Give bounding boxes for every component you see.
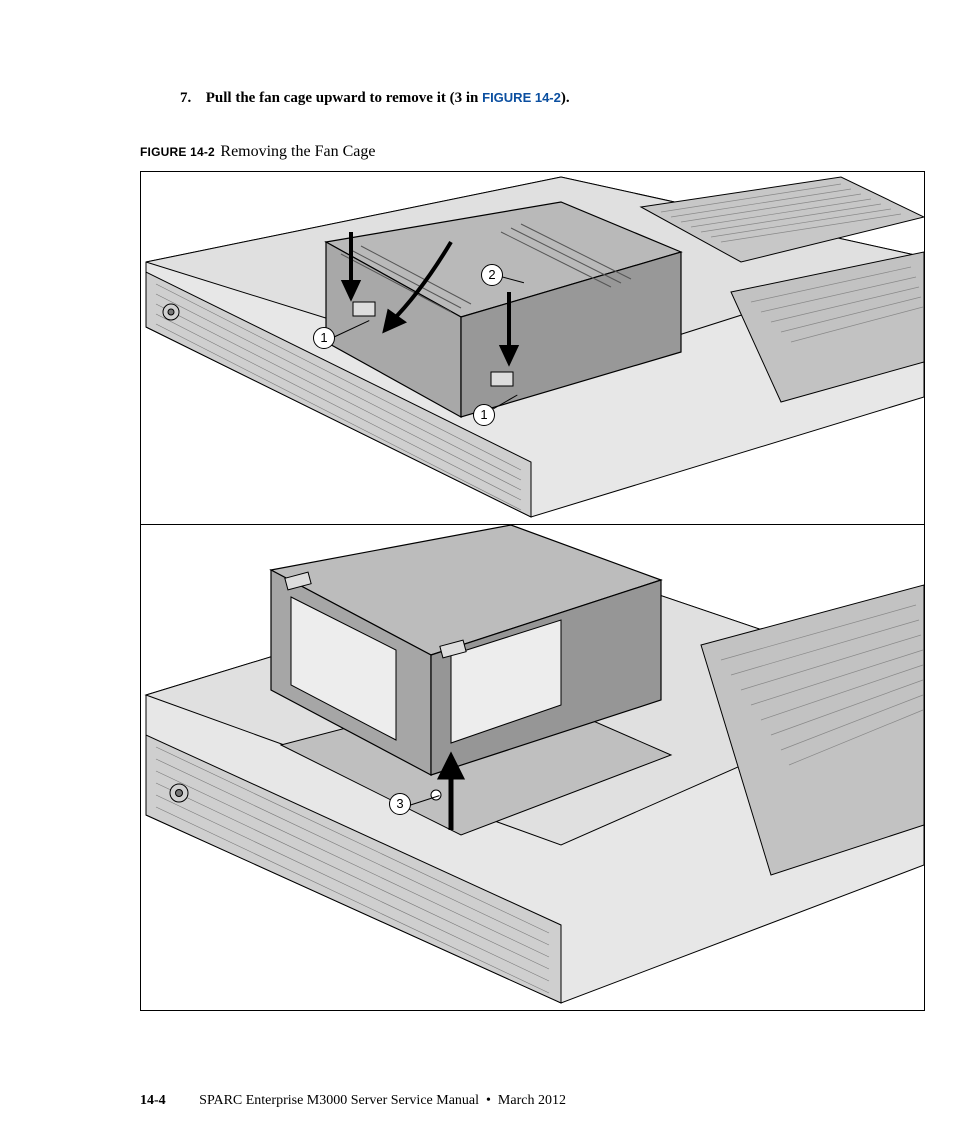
figure-panel-top: 1 2 1: [141, 172, 924, 524]
footer-separator: •: [486, 1093, 491, 1108]
figure-code: FIGURE 14-2: [140, 145, 215, 159]
step-7: 7. Pull the fan cage upward to remove it…: [180, 90, 874, 107]
callout-2: 2: [481, 264, 503, 286]
step-text-suffix: ).: [561, 90, 570, 106]
callout-3: 3: [389, 793, 411, 815]
callout-1a: 1: [313, 327, 335, 349]
figure-14-2: 1 2 1: [140, 171, 925, 1011]
footer-date: March 2012: [498, 1093, 566, 1108]
figure-panel-bottom: 3: [141, 525, 924, 1010]
footer-doc-title: SPARC Enterprise M3000 Server Service Ma…: [199, 1093, 479, 1108]
step-number: 7.: [180, 90, 202, 107]
step-text-prefix: Pull the fan cage upward to remove it (3…: [206, 90, 482, 106]
figure-title: Removing the Fan Cage: [220, 143, 375, 160]
figure-reference-link[interactable]: FIGURE 14-2: [482, 90, 561, 105]
page-number: 14-4: [140, 1093, 166, 1108]
callout-1b: 1: [473, 404, 495, 426]
figure-caption: FIGURE 14-2 Removing the Fan Cage: [140, 143, 874, 161]
page-footer: 14-4 SPARC Enterprise M3000 Server Servi…: [140, 1093, 566, 1109]
